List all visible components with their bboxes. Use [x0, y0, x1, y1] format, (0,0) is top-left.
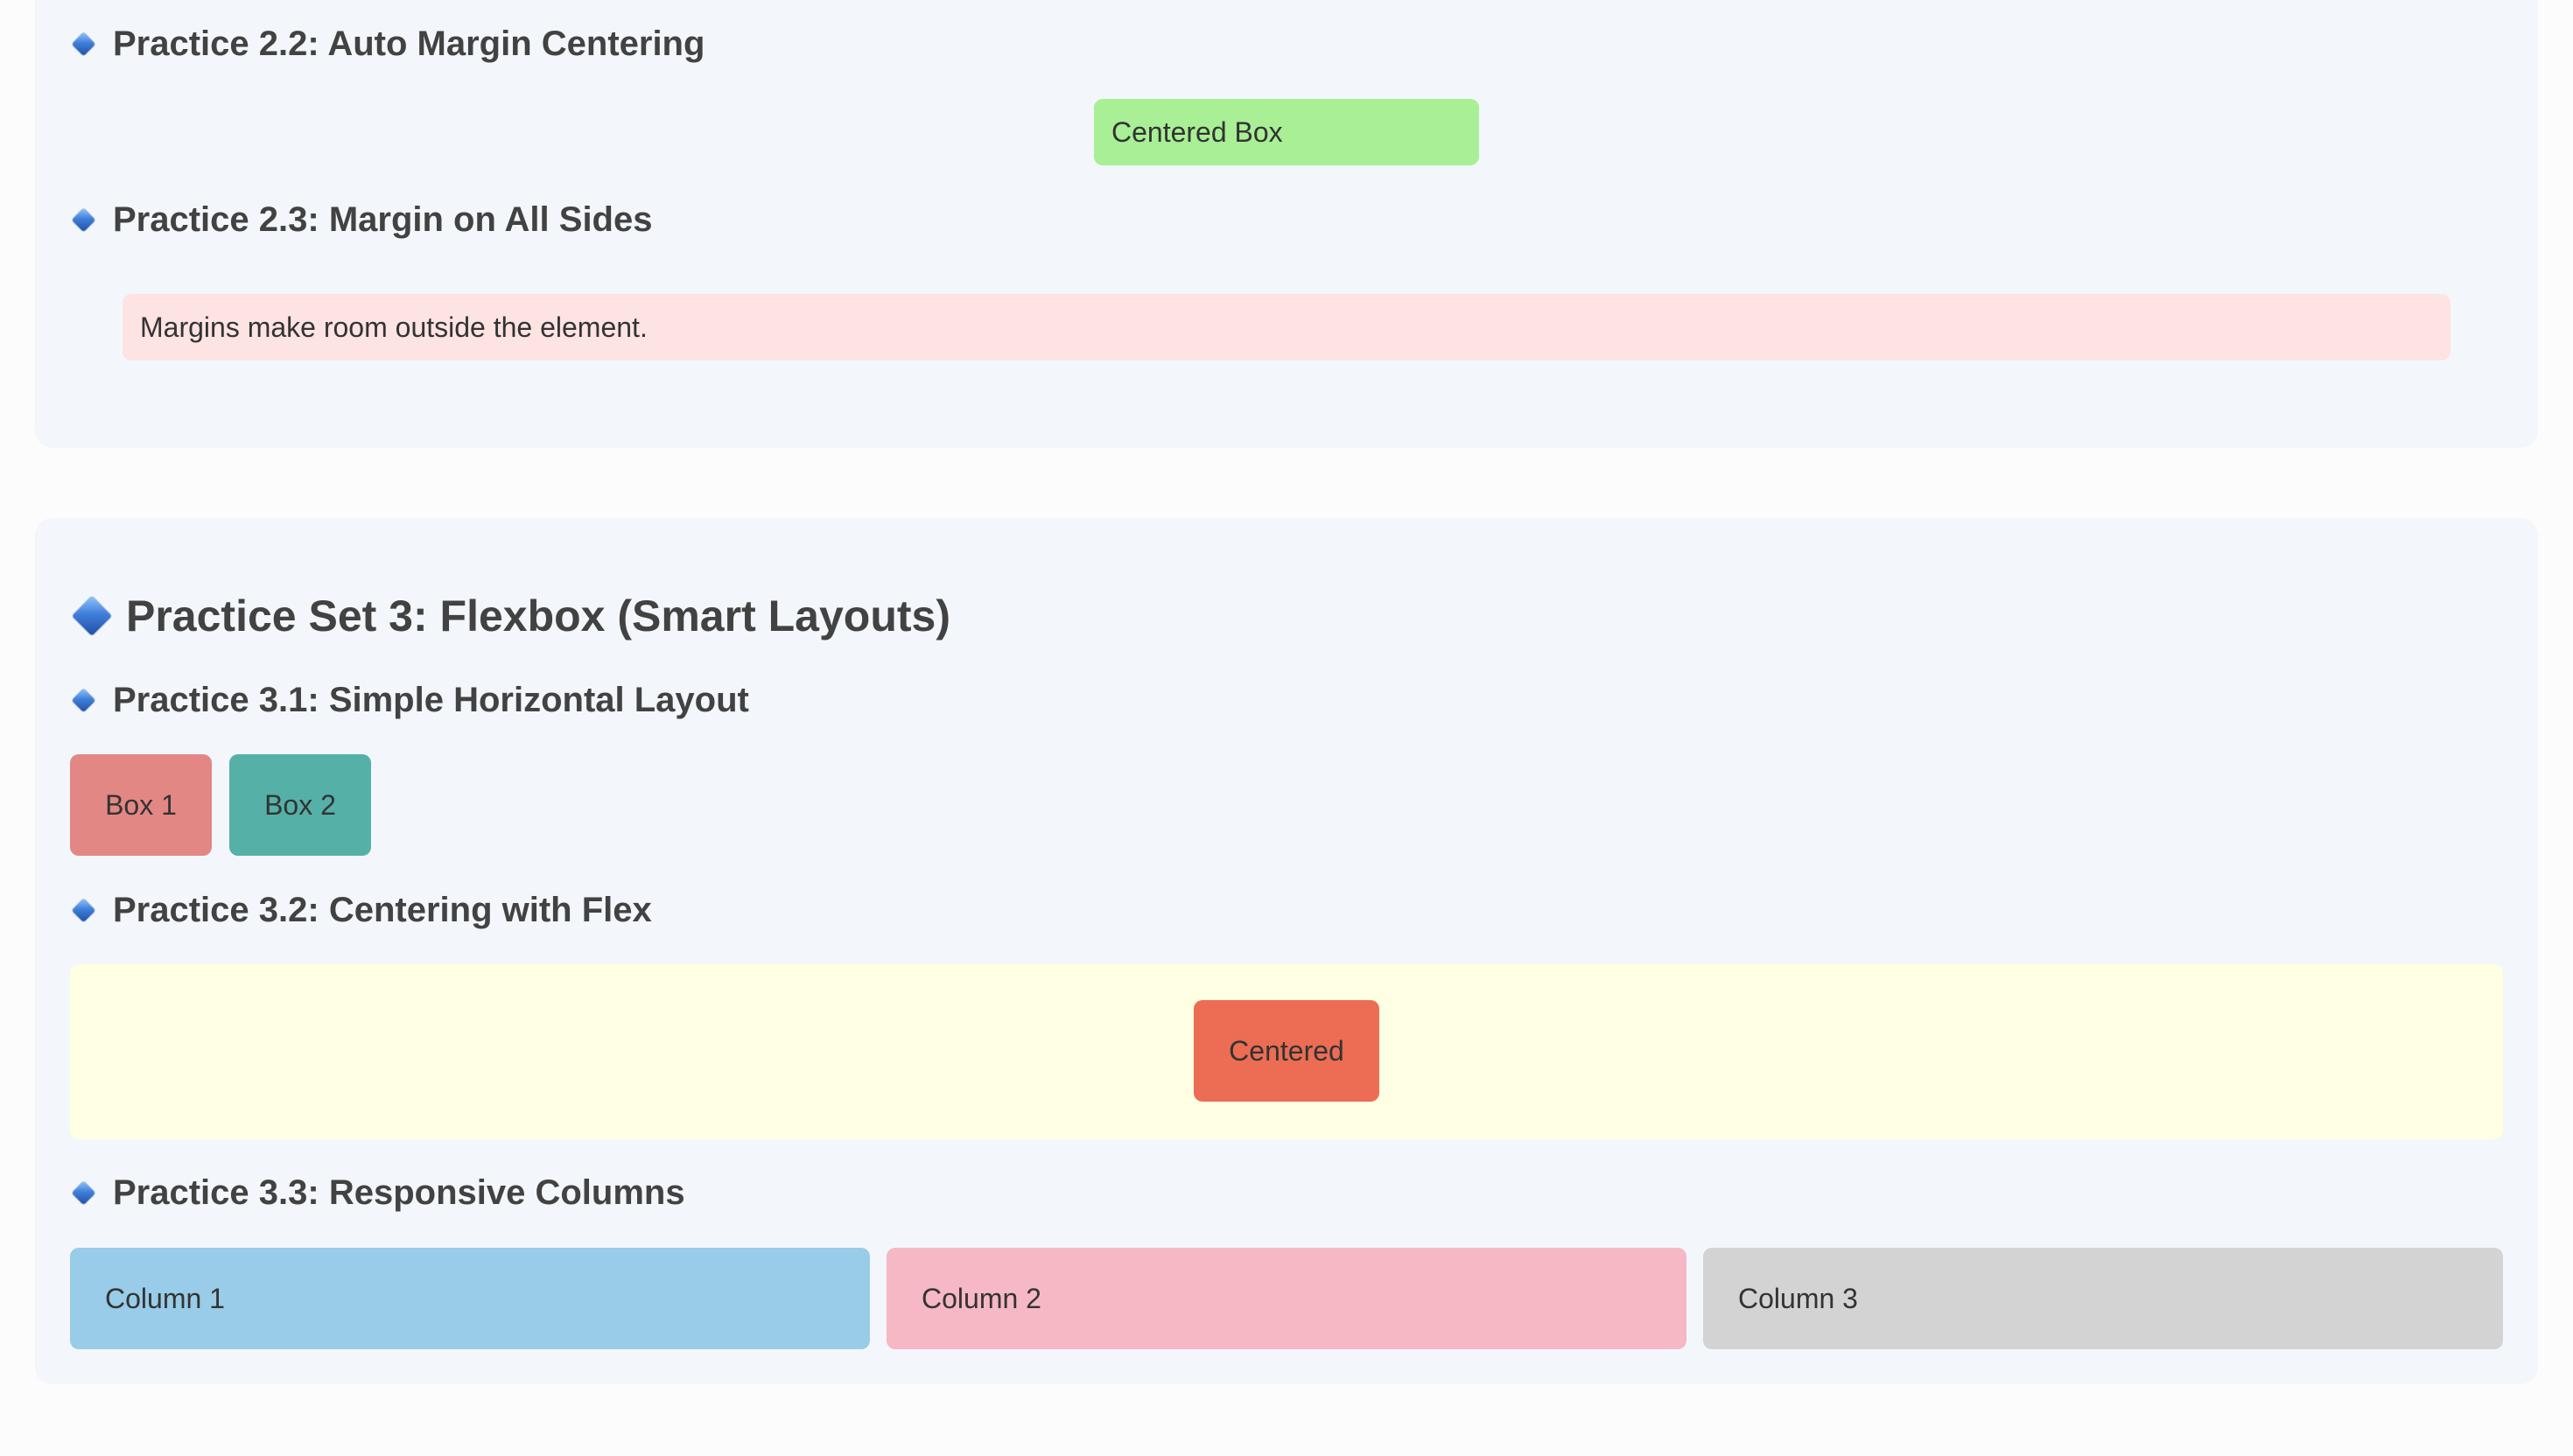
centered-box: Centered Box [1094, 99, 1479, 165]
blue-diamond-icon [72, 898, 95, 922]
flex-box-2: Box 2 [229, 754, 371, 856]
column-2: Column 2 [887, 1248, 1686, 1349]
centered-flex-box: Centered [1194, 1000, 1379, 1102]
practice-3-2-title: Practice 3.2: Centering with Flex [113, 890, 652, 929]
practice-set-3-title: Practice Set 3: Flexbox (Smart Layouts) [126, 592, 950, 640]
centered-flex-box-label: Centered [1229, 1034, 1344, 1067]
practice-3-1-title: Practice 3.1: Simple Horizontal Layout [113, 680, 749, 719]
flex-box-1: Box 1 [70, 754, 212, 856]
practice-2-2-title: Practice 2.2: Auto Margin Centering [113, 24, 705, 63]
column-3: Column 3 [1703, 1248, 2503, 1349]
column-1: Column 1 [70, 1248, 870, 1349]
blue-diamond-icon [72, 688, 95, 712]
practice-3-3-heading: Practice 3.3: Responsive Columns [70, 1166, 685, 1219]
blue-diamond-icon [72, 1180, 95, 1205]
practice-2-3-heading: Practice 2.3: Margin on All Sides [70, 193, 652, 246]
practice-2-3-title: Practice 2.3: Margin on All Sides [113, 200, 653, 239]
margin-box: Margins make room outside the element. [123, 294, 2450, 360]
practice-2-2-heading: Practice 2.2: Auto Margin Centering [70, 18, 705, 70]
blue-diamond-icon [72, 596, 112, 636]
column-1-label: Column 1 [105, 1282, 225, 1314]
practice-3-1-heading: Practice 3.1: Simple Horizontal Layout [70, 674, 749, 726]
blue-diamond-icon [72, 207, 95, 232]
centered-box-label: Centered Box [1111, 116, 1283, 148]
flex-box-1-label: Box 1 [105, 788, 177, 821]
column-3-label: Column 3 [1738, 1282, 1858, 1314]
practice-3-2-heading: Practice 3.2: Centering with Flex [70, 884, 652, 936]
column-2-label: Column 2 [922, 1282, 1041, 1314]
margin-box-text: Margins make room outside the element. [140, 311, 648, 343]
practice-set-3-heading: Practice Set 3: Flexbox (Smart Layouts) [70, 581, 950, 651]
practice-3-3-title: Practice 3.3: Responsive Columns [113, 1172, 685, 1212]
blue-diamond-icon [72, 32, 95, 56]
flex-box-2-label: Box 2 [264, 788, 336, 821]
